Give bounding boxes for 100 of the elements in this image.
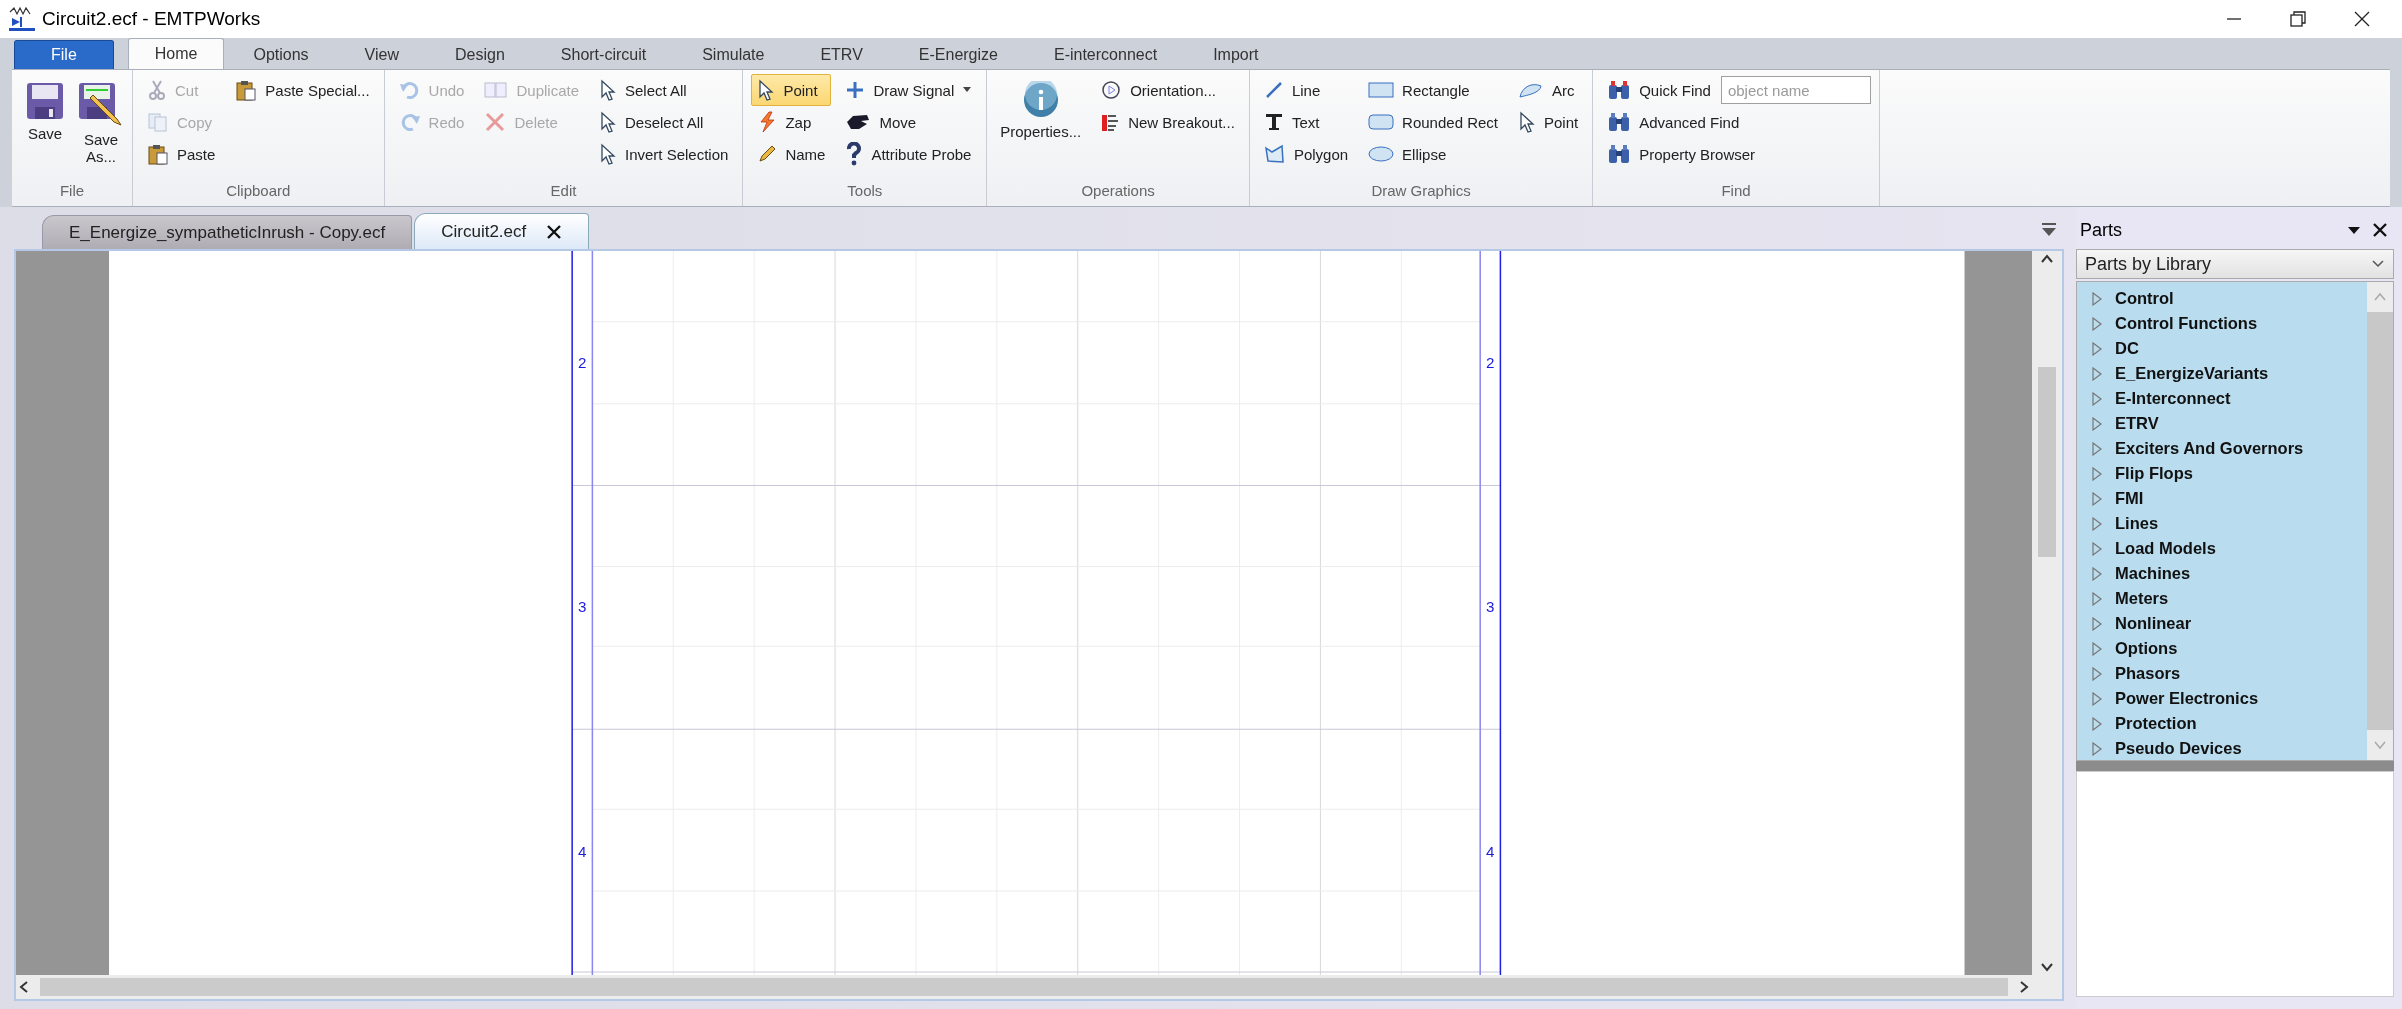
tree-item[interactable]: Control Functions bbox=[2077, 311, 2367, 336]
window-title: Circuit2.ecf - EMTPWorks bbox=[42, 8, 261, 30]
tree-item[interactable]: FMI bbox=[2077, 486, 2367, 511]
ribbon-button[interactable]: Paste Special... bbox=[229, 74, 376, 106]
ellipse-icon bbox=[1368, 145, 1395, 163]
ribbon-button[interactable]: Save bbox=[20, 74, 70, 149]
close-icon[interactable] bbox=[2352, 9, 2372, 29]
ribbon-button[interactable]: Ellipse bbox=[1362, 138, 1504, 170]
close-icon bbox=[546, 223, 563, 240]
ribbon-button[interactable]: Arc bbox=[1512, 74, 1585, 106]
file-menu-tab[interactable]: File bbox=[14, 40, 114, 69]
document-tab[interactable]: Circuit2.ecf bbox=[414, 213, 590, 249]
ribbon-button[interactable]: Select All bbox=[593, 74, 735, 106]
document-tab[interactable]: E_Energize_sympatheticInrush - Copy.ecf bbox=[42, 215, 413, 249]
ribbon-tab[interactable]: Home bbox=[127, 38, 225, 69]
tree-item[interactable]: Lines bbox=[2077, 511, 2367, 536]
tree-item[interactable]: Control bbox=[2077, 286, 2367, 311]
dropdown-icon bbox=[2346, 224, 2362, 236]
search-field[interactable]: object name bbox=[1720, 76, 1871, 104]
cursor-icon bbox=[599, 79, 617, 101]
ribbon-button[interactable]: Deselect All bbox=[593, 106, 735, 138]
chevron-left-icon bbox=[19, 980, 29, 994]
tree-item[interactable]: Meters bbox=[2077, 586, 2367, 611]
text-tool-icon bbox=[1263, 112, 1284, 132]
info-icon bbox=[1021, 81, 1060, 119]
tree-item[interactable]: Nonlinear bbox=[2077, 611, 2367, 636]
ribbon-button[interactable]: Paste bbox=[141, 138, 222, 170]
rounded-rectangle-icon bbox=[1368, 113, 1395, 131]
undo-icon bbox=[398, 80, 421, 100]
tree-item[interactable]: DC bbox=[2077, 336, 2367, 361]
arc-icon bbox=[1518, 81, 1544, 99]
ribbon-tab[interactable]: Import bbox=[1186, 40, 1286, 69]
chevron-up-icon bbox=[2373, 292, 2387, 302]
rectangle-icon bbox=[1368, 81, 1395, 99]
ribbon-button[interactable]: Move bbox=[839, 106, 979, 138]
ribbon-tab[interactable]: Design bbox=[428, 40, 532, 69]
tree-item[interactable]: Load Models bbox=[2077, 536, 2367, 561]
group-label: Draw Graphics bbox=[1370, 182, 1472, 201]
plus-icon bbox=[845, 80, 866, 100]
duplicate-icon bbox=[484, 81, 509, 99]
pencil-icon bbox=[757, 144, 778, 164]
ribbon-button[interactable]: New Breakout... bbox=[1094, 106, 1241, 138]
caret-icon bbox=[962, 86, 973, 94]
row-label: 4 bbox=[1486, 842, 1495, 860]
tree-item[interactable]: Exciters And Governors bbox=[2077, 436, 2367, 461]
ribbon-button[interactable]: Polygon bbox=[1257, 138, 1355, 170]
ribbon-tab[interactable]: View bbox=[337, 40, 426, 69]
restore-icon[interactable] bbox=[2288, 9, 2308, 29]
ribbon-tab[interactable]: E-interconnect bbox=[1026, 40, 1185, 69]
tree-item[interactable]: Machines bbox=[2077, 561, 2367, 586]
cursor-icon bbox=[1518, 111, 1536, 133]
ribbon-tab[interactable]: E-Energize bbox=[891, 40, 1025, 69]
ribbon-button[interactable]: Orientation... bbox=[1094, 74, 1241, 106]
row-label: 3 bbox=[578, 598, 587, 615]
ribbon-button[interactable]: Save As... bbox=[78, 74, 124, 172]
tree-item[interactable]: Protection bbox=[2077, 711, 2367, 736]
ribbon-button[interactable]: Zap bbox=[751, 106, 832, 138]
app-logo-icon bbox=[8, 6, 36, 32]
ribbon-tab[interactable]: Options bbox=[226, 40, 336, 69]
chevron-up-icon bbox=[2040, 254, 2054, 264]
ribbon-button[interactable]: Attribute Probe bbox=[839, 138, 979, 170]
ribbon-button[interactable]: Rounded Rect bbox=[1362, 106, 1504, 138]
group-label: Tools bbox=[846, 182, 884, 201]
tab-list-icon bbox=[2040, 222, 2058, 238]
tree-item[interactable]: Power Electronics bbox=[2077, 686, 2367, 711]
cursor-icon bbox=[599, 111, 617, 133]
tree-item[interactable]: E_EnergizeVariants bbox=[2077, 361, 2367, 386]
ribbon-tab[interactable]: Simulate bbox=[675, 40, 792, 69]
ribbon-button[interactable]: Rectangle bbox=[1362, 74, 1504, 106]
tree-item[interactable]: Pseudo Devices bbox=[2077, 736, 2367, 760]
tree-item[interactable]: Flip Flops bbox=[2077, 461, 2367, 486]
ribbon-button[interactable]: Invert Selection bbox=[593, 138, 735, 170]
ribbon-button[interactable]: Properties... bbox=[995, 74, 1087, 147]
tree-item[interactable]: Options bbox=[2077, 636, 2367, 661]
polygon-icon bbox=[1263, 144, 1286, 164]
tree-item[interactable]: ETRV bbox=[2077, 411, 2367, 436]
tree-item[interactable]: Phasors bbox=[2077, 661, 2367, 686]
ribbon-button[interactable]: Point bbox=[1512, 106, 1585, 138]
ribbon-tab[interactable]: ETRV bbox=[793, 40, 890, 69]
library-dropdown[interactable]: Parts by Library bbox=[2076, 249, 2394, 279]
ribbon-button[interactable]: Text bbox=[1257, 106, 1355, 138]
ribbon-button[interactable]: Property Browser bbox=[1601, 138, 1871, 170]
ribbon-button[interactable]: Name bbox=[751, 138, 832, 170]
group-label: Edit bbox=[549, 182, 578, 201]
ribbon-button[interactable]: Point bbox=[751, 74, 832, 106]
ribbon-button[interactable]: Line bbox=[1257, 74, 1355, 106]
row-label: 3 bbox=[1486, 598, 1495, 615]
panel-title: Parts bbox=[2080, 219, 2123, 241]
ribbon-button[interactable]: Quick Find bbox=[1601, 74, 1717, 106]
cursor-icon bbox=[757, 79, 776, 101]
scrollbar-thumb[interactable] bbox=[40, 978, 2008, 996]
tree-item[interactable]: E-Interconnect bbox=[2077, 386, 2367, 411]
close-icon bbox=[2372, 222, 2388, 238]
group-label: File bbox=[58, 182, 86, 201]
ribbon-tab[interactable]: Short-circuit bbox=[533, 40, 674, 69]
chevron-down-icon bbox=[2040, 962, 2054, 972]
hand-icon bbox=[845, 112, 872, 132]
ribbon-button[interactable]: Advanced Find bbox=[1601, 106, 1871, 138]
ribbon-button[interactable]: Draw Signal bbox=[839, 74, 979, 106]
scrollbar-thumb[interactable] bbox=[2038, 367, 2056, 557]
